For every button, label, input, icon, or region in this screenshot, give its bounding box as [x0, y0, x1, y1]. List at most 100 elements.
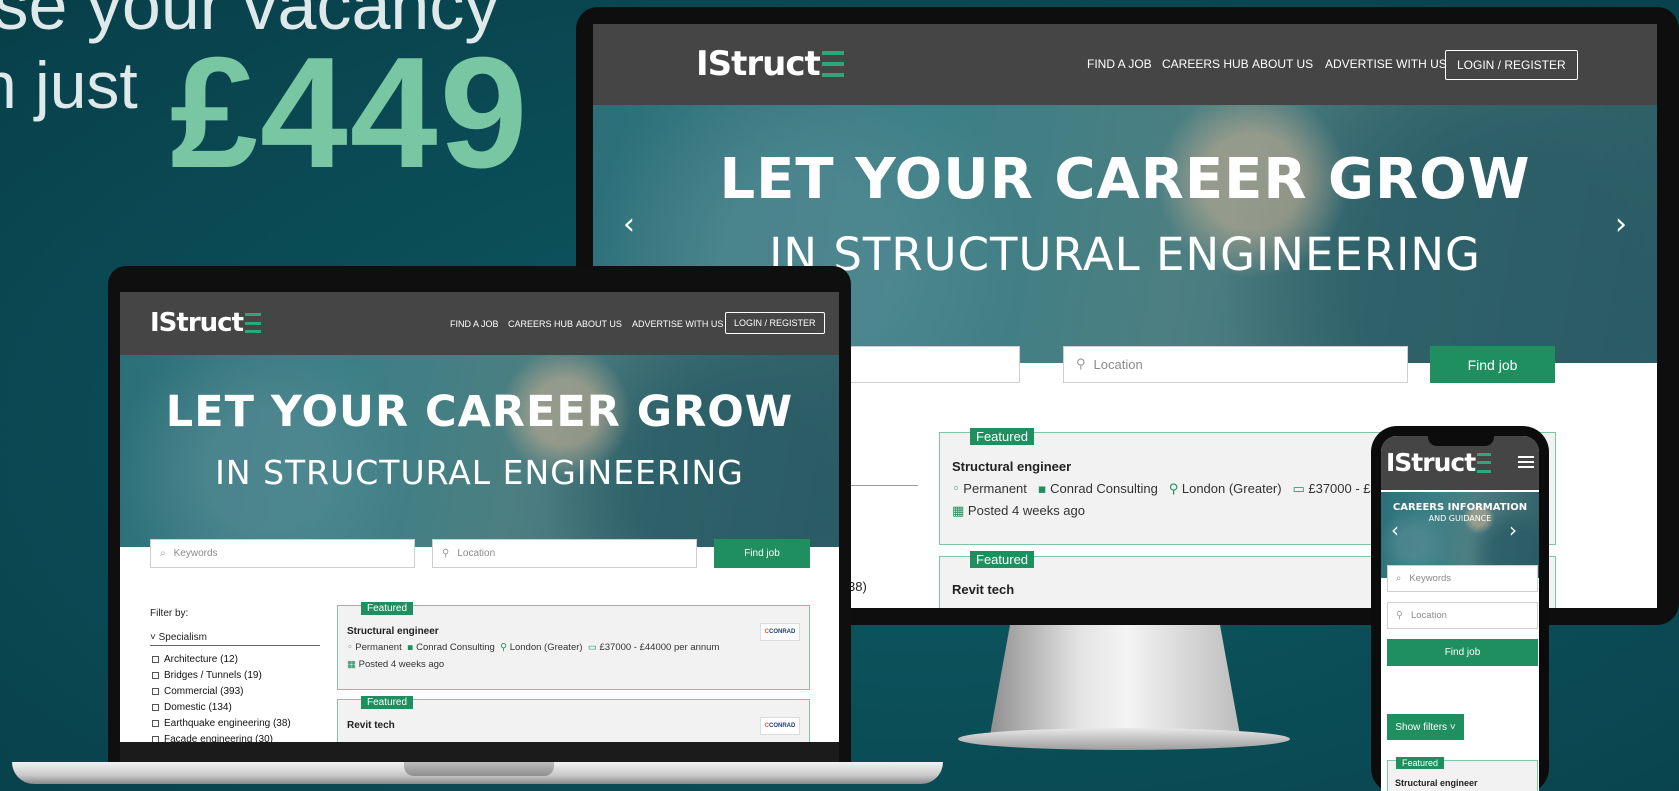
job-posted: Posted 4 weeks ago: [358, 659, 445, 670]
carousel-prev-icon[interactable]: ‹: [1391, 518, 1399, 542]
nav-advertise-with-us[interactable]: ADVERTISE WITH US: [1325, 57, 1447, 71]
featured-badge: Featured: [1396, 757, 1445, 769]
monitor-stand: [990, 625, 1240, 735]
specialism-option[interactable]: Architecture (12): [152, 654, 238, 665]
filter-by-label: Filter by:: [150, 608, 189, 619]
hero-title: LET YOUR CAREER GROW: [165, 387, 794, 437]
logo-bars-icon: [245, 313, 262, 333]
location-input[interactable]: ⚲ Location: [1063, 346, 1408, 383]
keywords-input[interactable]: ⌕ Keywords: [1387, 565, 1538, 592]
contract-icon: ◦: [952, 482, 960, 497]
checkbox[interactable]: [152, 688, 159, 695]
logo-bars-icon: [821, 51, 844, 77]
show-filters-label: Show filters: [1395, 721, 1448, 733]
job-meta-row: ◦ Permanent ▪ Conrad Consulting ⚲ London…: [347, 642, 719, 653]
nav-about-us[interactable]: ABOUT US: [1252, 57, 1313, 71]
job-type: Permanent: [355, 642, 402, 653]
find-job-button[interactable]: Find job: [1387, 639, 1538, 666]
istruct-logo[interactable]: IStruct: [150, 308, 262, 338]
option-label: Facade engineering (30): [164, 734, 273, 742]
job-title[interactable]: Revit tech: [952, 582, 1014, 597]
checkbox[interactable]: [152, 720, 159, 727]
specialism-option[interactable]: Bridges / Tunnels (19): [152, 670, 262, 681]
job-title[interactable]: Structural engineer: [952, 459, 1071, 474]
location-icon: ⚲: [1168, 482, 1179, 497]
carousel-next-icon[interactable]: ›: [1615, 207, 1627, 242]
featured-badge: Featured: [361, 602, 414, 615]
checkbox[interactable]: [152, 672, 159, 679]
job-title[interactable]: Structural engineer: [1395, 778, 1478, 788]
search-icon: ⌕: [160, 548, 166, 559]
job-title[interactable]: Revit tech: [347, 720, 395, 731]
keywords-placeholder: Keywords: [1409, 573, 1452, 584]
find-job-button[interactable]: Find job: [1430, 346, 1555, 383]
carousel-next-icon[interactable]: ›: [1509, 518, 1517, 542]
company-icon: ▪: [407, 642, 414, 653]
specialism-filter-toggle[interactable]: ˅ Specialism: [150, 632, 320, 646]
location-input[interactable]: ⚲ Location: [1387, 602, 1538, 629]
hamburger-menu-icon[interactable]: [1518, 453, 1534, 471]
location-icon: ⚲: [500, 642, 508, 653]
location-input[interactable]: ⚲ Location: [432, 539, 697, 568]
monitor-stand-base: [958, 728, 1290, 750]
specialism-option[interactable]: Domestic (134): [152, 702, 232, 713]
salary-icon: ▭: [587, 642, 597, 653]
job-company: Conrad Consulting: [416, 642, 495, 653]
istruct-logo[interactable]: IStruct: [1386, 448, 1492, 477]
nav-careers-hub[interactable]: CAREERS HUB: [1162, 57, 1249, 71]
job-posted-row: ▦ Posted 4 weeks ago: [952, 503, 1085, 519]
specialism-option[interactable]: Facade engineering (30): [152, 734, 273, 742]
specialism-option[interactable]: Earthquake engineering (38): [152, 718, 291, 729]
calendar-icon: ▦: [952, 504, 965, 519]
promo-price: £449: [170, 25, 530, 201]
istruct-logo[interactable]: IStruct: [696, 44, 844, 84]
keywords-input[interactable]: ⌕ Keywords: [150, 539, 415, 568]
company-logo-text: CONRAD: [769, 629, 796, 635]
search-icon: ⌕: [1396, 573, 1402, 584]
carousel-prev-icon[interactable]: ‹: [623, 207, 635, 242]
hero-banner: LET YOUR CAREER GROW IN STRUCTURAL ENGIN…: [120, 355, 839, 547]
logo-text: IStruct: [1386, 448, 1476, 477]
laptop-screen: IStruct FIND A JOB CAREERS HUB ABOUT US …: [120, 292, 839, 742]
laptop-bezel: [120, 742, 839, 762]
job-location: London (Greater): [1181, 481, 1282, 496]
keywords-placeholder: Keywords: [173, 548, 218, 559]
chevron-down-icon: ˅: [150, 632, 156, 643]
logo-text: IStruct: [696, 44, 821, 84]
hero-title: LET YOUR CAREER GROW: [719, 147, 1531, 212]
company-logo[interactable]: C CONRAD: [760, 623, 800, 641]
company-logo[interactable]: C CONRAD: [760, 717, 800, 735]
laptop-hinge-notch: [404, 762, 554, 776]
hero-title: CAREERS INFORMATION: [1392, 502, 1528, 513]
show-filters-button[interactable]: Show filters ˅: [1387, 714, 1464, 740]
nav-careers-hub[interactable]: CAREERS HUB: [508, 319, 573, 329]
find-job-button[interactable]: Find job: [714, 539, 810, 568]
nav-about-us[interactable]: ABOUT US: [576, 319, 622, 329]
login-register-button[interactable]: LOGIN / REGISTER: [1445, 50, 1578, 80]
logo-text: IStruct: [150, 308, 244, 338]
site-header: IStruct FIND A JOB CAREERS HUB ABOUT US …: [593, 24, 1657, 105]
featured-badge: Featured: [970, 428, 1035, 445]
phone-notch: [1428, 432, 1494, 446]
featured-badge: Featured: [361, 696, 414, 709]
specialism-option[interactable]: Commercial (393): [152, 686, 243, 697]
checkbox[interactable]: [152, 656, 159, 663]
nav-find-a-job[interactable]: FIND A JOB: [450, 319, 499, 329]
checkbox[interactable]: [152, 704, 159, 711]
job-salary: £37000 - £44000 per annum: [599, 642, 720, 653]
nav-advertise-with-us[interactable]: ADVERTISE WITH US: [632, 319, 723, 329]
job-title[interactable]: Structural engineer: [347, 626, 439, 637]
location-placeholder: Location: [1093, 357, 1143, 372]
nav-find-a-job[interactable]: FIND A JOB: [1087, 57, 1152, 71]
map-pin-icon: ⚲: [1396, 610, 1403, 621]
salary-icon: ▭: [1292, 482, 1305, 497]
company-icon: ▪: [1037, 482, 1047, 497]
hero-subtitle: IN STRUCTURAL ENGINEERING: [215, 453, 744, 492]
job-meta-row: ◦ Permanent ▪ Conrad Consulting ⚲ London…: [952, 481, 1392, 497]
location-placeholder: Location: [1410, 610, 1447, 621]
featured-badge: Featured: [970, 551, 1035, 568]
job-location: London (Greater): [509, 642, 583, 653]
login-register-button[interactable]: LOGIN / REGISTER: [725, 312, 825, 334]
option-label: Domestic (134): [164, 702, 232, 713]
job-posted-row: ▦ Posted 4 weeks ago: [347, 659, 444, 670]
